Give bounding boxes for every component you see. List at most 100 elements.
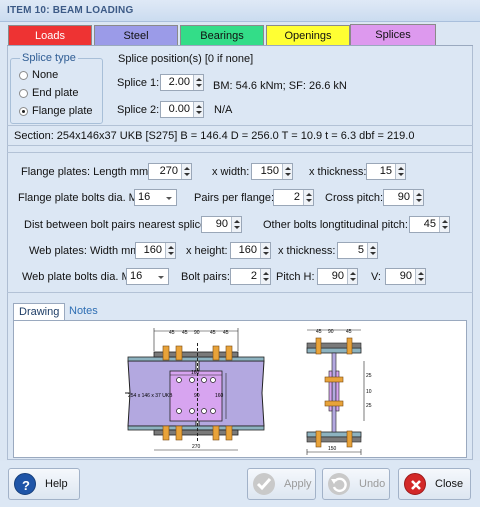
close-button[interactable]: Close [398, 468, 471, 500]
checkmark-icon [253, 473, 275, 495]
web-thickness-label: x thickness: [278, 245, 336, 257]
flange-dist-label: Dist between bolt pairs nearest splice: [24, 219, 210, 231]
splice2-label: Splice 2: [117, 104, 160, 116]
dim-45-label: 45 [210, 330, 216, 336]
dim-45-label: 45 [223, 330, 229, 336]
top-flange [127, 356, 265, 362]
spin-arrows-icon[interactable] [282, 164, 292, 179]
flange-pairs-input[interactable]: 2 [273, 189, 314, 206]
web-bolt-label: Web plate bolts dia. M [22, 271, 131, 283]
web-width-label: Web plates: Width mm: [29, 245, 143, 257]
dim-150-label: 150 [328, 446, 337, 452]
web-pitchh-input[interactable]: 90 [317, 268, 358, 285]
undo-icon [328, 473, 350, 495]
chevron-down-icon [166, 197, 172, 200]
section-info: Section: 254x146x37 UKB [S275] B = 146.4… [14, 130, 415, 142]
dim-270-label: 270 [192, 444, 201, 450]
tab-strip: Loads Steel Bearings Openings Splices [7, 24, 473, 46]
dim-45-label: 45 [346, 329, 352, 335]
radio-dot [19, 70, 28, 80]
radio-flange-plate[interactable]: Flange plate [19, 105, 93, 117]
divider [7, 152, 473, 153]
radio-dot-selected [19, 106, 28, 116]
web-bolt-select[interactable]: 16 [126, 268, 169, 285]
apply-button[interactable]: Apply [247, 468, 316, 500]
flange-length-input[interactable]: 270 [148, 163, 192, 180]
splice-type-legend: Splice type [20, 52, 78, 64]
undo-button[interactable]: Undo [322, 468, 390, 500]
web-v-input[interactable]: 90 [385, 268, 426, 285]
splice1-result: BM: 54.6 kNm; SF: 26.6 kN [213, 80, 347, 92]
dim-45-label: 45 [316, 329, 322, 335]
flange-dist-input[interactable]: 90 [201, 216, 242, 233]
flange-other-input[interactable]: 45 [409, 216, 450, 233]
flange-thickness-label: x thickness: [309, 166, 367, 178]
splice-position-heading: Splice position(s) [0 if none] [118, 53, 254, 65]
splice2-result: N/A [214, 104, 233, 116]
tab-notes[interactable]: Notes [64, 303, 103, 321]
spin-arrows-icon[interactable] [367, 243, 377, 258]
web-v-label: V: [371, 271, 381, 283]
web-pairs-input[interactable]: 2 [230, 268, 271, 285]
flange-cross-input[interactable]: 90 [383, 189, 424, 206]
radio-end-plate[interactable]: End plate [19, 87, 78, 99]
spin-arrows-icon[interactable] [439, 217, 449, 232]
flange-pairs-label: Pairs per flange: [194, 192, 275, 204]
splice-drawing-svg: 45 45 90 45 45 160 90 160 254 x 146 x 37… [125, 328, 372, 455]
splice1-label: Splice 1: [117, 77, 160, 89]
flange-cross-label: Cross pitch: [325, 192, 384, 204]
radio-dot [19, 88, 28, 98]
splice1-input[interactable]: 2.00 [160, 74, 204, 91]
spin-arrows-icon[interactable] [260, 269, 270, 284]
spin-arrows-icon[interactable] [303, 190, 313, 205]
chevron-down-icon [158, 276, 164, 279]
spin-arrows-icon[interactable] [181, 164, 191, 179]
spin-arrows-icon[interactable] [165, 243, 175, 258]
close-icon [404, 473, 426, 495]
dim-160-label: 160 [191, 370, 200, 376]
title-bar: ITEM 10: BEAM LOADING [0, 0, 480, 22]
flange-bolt-label: Flange plate bolts dia. M [18, 192, 138, 204]
web-thickness-input[interactable]: 5 [337, 242, 378, 259]
flange-bolt-select[interactable]: 16 [134, 189, 177, 206]
spin-arrows-icon[interactable] [395, 164, 405, 179]
dim-90-label: 90 [328, 329, 334, 335]
dim-90-label: 90 [194, 330, 200, 336]
dim-160-label: 160 [215, 393, 224, 399]
radio-none[interactable]: None [19, 69, 58, 81]
bottom-flange [127, 425, 265, 431]
splice2-input[interactable]: 0.00 [160, 101, 204, 118]
flange-thickness-input[interactable]: 15 [366, 163, 406, 180]
tab-openings[interactable]: Openings [266, 25, 350, 46]
dim-90-label: 90 [194, 393, 200, 399]
help-button[interactable]: ? Help [8, 468, 80, 500]
dim-45-label: 45 [169, 330, 175, 336]
dim-45-label: 45 [182, 330, 188, 336]
spin-arrows-icon[interactable] [347, 269, 357, 284]
section-size-label: 254 x 146 x 37 UKB [128, 393, 173, 399]
flange-other-label: Other bolts longtitudinal pitch: [263, 219, 408, 231]
dim-25-label: 25 [366, 403, 372, 409]
web-width-input[interactable]: 160 [135, 242, 176, 259]
window-title: ITEM 10: BEAM LOADING [7, 5, 134, 16]
spin-arrows-icon[interactable] [193, 75, 203, 90]
spin-arrows-icon[interactable] [193, 102, 203, 117]
tab-bearings[interactable]: Bearings [180, 25, 264, 46]
web-height-input[interactable]: 160 [230, 242, 271, 259]
dim-25-label: 25 [366, 373, 372, 379]
spin-arrows-icon[interactable] [260, 243, 270, 258]
tab-loads[interactable]: Loads [8, 25, 92, 46]
web-pairs-label: Bolt pairs: [181, 271, 230, 283]
divider [7, 145, 473, 146]
spin-arrows-icon[interactable] [231, 217, 241, 232]
flange-width-input[interactable]: 150 [251, 163, 293, 180]
divider [7, 125, 473, 126]
tab-splices[interactable]: Splices [350, 24, 436, 46]
web-height-label: x height: [186, 245, 228, 257]
spin-arrows-icon[interactable] [413, 190, 423, 205]
flange-width-label: x width: [212, 166, 250, 178]
tab-steel[interactable]: Steel [94, 25, 178, 46]
help-icon: ? [14, 473, 36, 495]
svg-text:?: ? [22, 478, 30, 493]
spin-arrows-icon[interactable] [415, 269, 425, 284]
